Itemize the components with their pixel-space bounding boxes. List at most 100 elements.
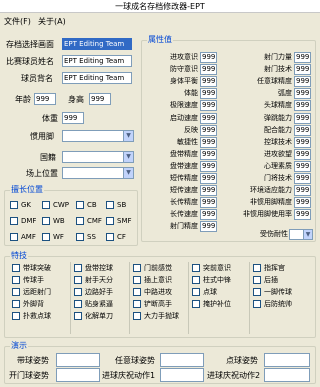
special-checkbox[interactable]	[253, 288, 261, 296]
celebration-1-field[interactable]	[160, 368, 204, 382]
attribute-value-field[interactable]: 999	[200, 185, 217, 196]
nation-select[interactable]: ▼	[62, 151, 134, 163]
attribute-value-field[interactable]: 999	[294, 185, 311, 196]
special-checkbox[interactable]	[253, 276, 261, 284]
position-checkbox[interactable]	[106, 217, 114, 225]
position-checkbox[interactable]	[76, 217, 84, 225]
special-checkbox[interactable]	[12, 264, 20, 272]
position-checkbox[interactable]	[106, 233, 114, 241]
attribute-value-field[interactable]: 999	[200, 88, 217, 99]
attribute-label: 任意球精度	[257, 77, 292, 85]
special-label: 远距射门	[23, 288, 51, 296]
position-checkbox[interactable]	[42, 233, 50, 241]
special-checkbox[interactable]	[192, 276, 200, 284]
position-label: WB	[53, 217, 65, 225]
position-checkbox[interactable]	[106, 201, 114, 209]
attribute-value-field[interactable]: 999	[200, 76, 217, 87]
penalty-pose-label: 点球姿势	[226, 356, 258, 365]
attribute-value-field[interactable]: 999	[294, 64, 311, 75]
attribute-value-field[interactable]: 999	[200, 137, 217, 148]
back-name-field[interactable]: EPT Editing Team	[62, 72, 132, 84]
attribute-label: 头球精度	[264, 101, 292, 109]
special-checkbox[interactable]	[133, 276, 141, 284]
special-checkbox[interactable]	[253, 300, 261, 308]
attribute-value-field[interactable]: 999	[200, 52, 217, 63]
special-label: 传球手	[23, 276, 44, 284]
attribute-value-field[interactable]: 999	[294, 149, 311, 160]
preferred-foot-select[interactable]: ▼	[62, 130, 134, 142]
attribute-value-field[interactable]: 999	[294, 161, 311, 172]
attribute-value-field[interactable]: 999	[200, 209, 217, 220]
special-checkbox[interactable]	[12, 312, 20, 320]
attribute-value-field[interactable]: 999	[294, 76, 311, 87]
special-checkbox[interactable]	[253, 264, 261, 272]
attribute-value-field[interactable]: 999	[200, 161, 217, 172]
attribute-value-field[interactable]: 999	[294, 197, 311, 208]
attribute-value-field[interactable]: 999	[200, 125, 217, 136]
attribute-value-field[interactable]: 999	[200, 64, 217, 75]
height-field[interactable]: 999	[89, 93, 111, 105]
special-checkbox[interactable]	[133, 312, 141, 320]
position-checkbox[interactable]	[10, 217, 18, 225]
attribute-value-field[interactable]: 999	[294, 88, 311, 99]
attribute-value-field[interactable]: 999	[294, 100, 311, 111]
attribute-label: 弧度	[278, 89, 292, 97]
attribute-value-field[interactable]: 999	[294, 52, 311, 63]
attribute-value-field[interactable]: 999	[200, 221, 217, 232]
attribute-value-field[interactable]: 999	[200, 113, 217, 124]
age-field[interactable]: 999	[34, 93, 56, 105]
special-checkbox[interactable]	[74, 288, 82, 296]
weight-field[interactable]: 999	[62, 112, 84, 124]
position-checkbox[interactable]	[76, 233, 84, 241]
nation-label: 国籍	[40, 153, 56, 162]
attribute-label: 射门力量	[264, 53, 292, 61]
special-checkbox[interactable]	[133, 264, 141, 272]
special-checkbox[interactable]	[192, 288, 200, 296]
attribute-label: 短传精度	[170, 174, 198, 182]
special-checkbox[interactable]	[133, 288, 141, 296]
special-label: 贴身紧逼	[85, 300, 113, 308]
special-checkbox[interactable]	[74, 312, 82, 320]
freekick-pose-field[interactable]	[160, 353, 204, 367]
special-label: 盘带控球	[85, 264, 113, 272]
position-checkbox[interactable]	[42, 217, 50, 225]
position-checkbox[interactable]	[42, 201, 50, 209]
special-checkbox[interactable]	[192, 300, 200, 308]
menu-file[interactable]: 文件(F)	[4, 16, 31, 27]
attribute-value-field[interactable]: 999	[200, 100, 217, 111]
penalty-pose-field[interactable]	[264, 353, 310, 367]
save-select-field[interactable]: EPT Editing Team	[62, 38, 132, 50]
special-checkbox[interactable]	[74, 300, 82, 308]
position-checkbox[interactable]	[76, 201, 84, 209]
special-checkbox[interactable]	[74, 264, 82, 272]
position-checkbox[interactable]	[10, 201, 18, 209]
menu-about[interactable]: 关于(A)	[38, 16, 66, 27]
attribute-value-field[interactable]: 999	[294, 173, 311, 184]
special-checkbox[interactable]	[192, 264, 200, 272]
injury-tolerance-select[interactable]: ▼	[289, 229, 313, 240]
kickoff-pose-field[interactable]	[56, 368, 100, 382]
attribute-value-field[interactable]: 999	[294, 137, 311, 148]
attribute-label: 控球技术	[264, 138, 292, 146]
position-label: CWP	[53, 201, 70, 209]
attribute-label: 长传速度	[170, 210, 198, 218]
attribute-value-field[interactable]: 999	[200, 197, 217, 208]
field-position-select[interactable]: ▼	[62, 167, 134, 179]
attribute-value-field[interactable]: 999	[294, 209, 311, 220]
special-checkbox[interactable]	[74, 276, 82, 284]
special-checkbox[interactable]	[12, 288, 20, 296]
attribute-value-field[interactable]: 999	[294, 113, 311, 124]
position-checkbox[interactable]	[10, 233, 18, 241]
attribute-value-field[interactable]: 999	[294, 125, 311, 136]
position-label: CB	[87, 201, 97, 209]
attribute-value-field[interactable]: 999	[200, 149, 217, 160]
celebration-2-field[interactable]	[264, 368, 310, 382]
match-name-label: 比赛球员姓名	[6, 57, 54, 66]
special-checkbox[interactable]	[12, 276, 20, 284]
special-checkbox[interactable]	[12, 300, 20, 308]
special-label: 点球	[203, 288, 217, 296]
match-name-field[interactable]: EPT Editing Team	[62, 55, 132, 67]
dribble-pose-field[interactable]	[56, 353, 100, 367]
attribute-value-field[interactable]: 999	[200, 173, 217, 184]
special-checkbox[interactable]	[133, 300, 141, 308]
